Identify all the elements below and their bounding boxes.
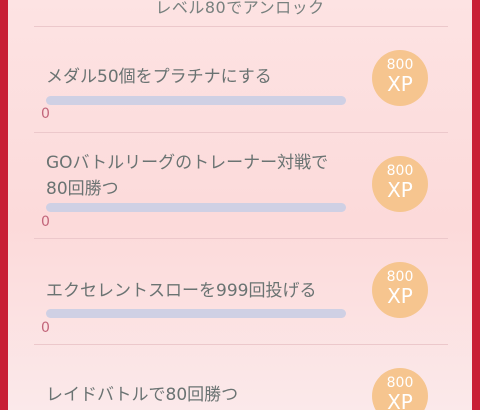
progress-bar [46, 203, 346, 212]
divider [34, 132, 448, 133]
divider [34, 26, 448, 27]
progress-bar [46, 309, 346, 318]
xp-amount: 800 [386, 375, 414, 391]
task-label: レイドバトルで80回勝つ [46, 385, 239, 405]
xp-reward-badge: 800 XP [372, 156, 428, 212]
unlock-header: レベル80でアンロック [155, 0, 325, 17]
xp-reward-badge: 800 XP [372, 262, 428, 318]
progress-value: 0 [41, 106, 50, 122]
task-label: GOバトルリーグのトレーナー対戦で 80回勝つ [46, 150, 366, 202]
progress-value: 0 [41, 214, 50, 230]
xp-reward-badge: 800 XP [372, 368, 428, 410]
task-label: エクセレントスローを999回投げる [46, 281, 317, 301]
xp-amount: 800 [386, 163, 414, 179]
divider [34, 344, 448, 345]
task-label: メダル50個をプラチナにする [46, 67, 272, 87]
xp-unit: XP [387, 178, 413, 202]
xp-unit: XP [387, 284, 413, 308]
xp-unit: XP [387, 390, 413, 410]
task-label-line2: 80回勝つ [46, 179, 119, 199]
xp-unit: XP [387, 72, 413, 96]
xp-amount: 800 [386, 269, 414, 285]
xp-reward-badge: 800 XP [372, 50, 428, 106]
progress-bar [46, 96, 346, 105]
task-label-line1: GOバトルリーグのトレーナー対戦で [46, 153, 329, 173]
xp-amount: 800 [386, 57, 414, 73]
progress-value: 0 [41, 320, 50, 336]
divider [34, 238, 448, 239]
level-requirements-panel: レベル80でアンロック メダル50個をプラチナにする 0 800 XP GOバト… [8, 0, 472, 410]
